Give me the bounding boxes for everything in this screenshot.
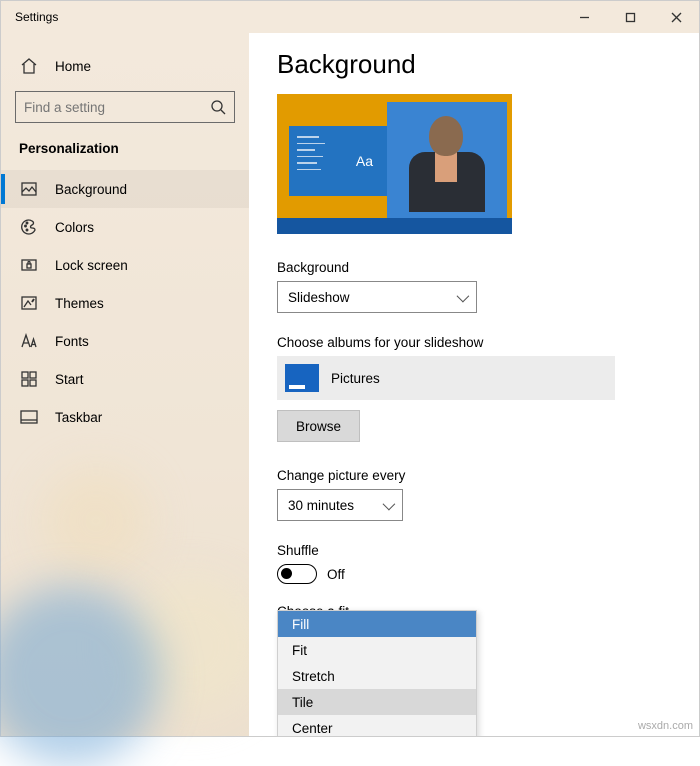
search-input-wrapper[interactable] xyxy=(15,91,235,123)
watermark: wsxdn.com xyxy=(638,720,693,732)
sidebar-category-label: Personalization xyxy=(1,131,249,170)
sidebar-item-colors[interactable]: Colors xyxy=(1,208,249,246)
chevron-down-icon xyxy=(383,498,392,513)
shuffle-state: Off xyxy=(327,567,345,582)
background-field-label: Background xyxy=(277,260,671,275)
taskbar-icon xyxy=(19,407,39,427)
lock-screen-icon xyxy=(19,255,39,275)
fit-option-fit[interactable]: Fit xyxy=(278,637,476,663)
background-preview: Aa xyxy=(277,94,512,234)
album-name: Pictures xyxy=(331,371,380,386)
page-title: Background xyxy=(277,49,671,80)
chevron-down-icon xyxy=(457,290,466,305)
search-input[interactable] xyxy=(24,100,210,115)
sidebar-item-themes[interactable]: Themes xyxy=(1,284,249,322)
sidebar-item-label: Start xyxy=(55,372,84,387)
home-icon xyxy=(19,56,39,76)
fit-option-center[interactable]: Center xyxy=(278,715,476,736)
fit-option-fill[interactable]: Fill xyxy=(278,611,476,637)
sidebar-home-label: Home xyxy=(55,59,91,74)
preview-sample-text: Aa xyxy=(356,153,373,169)
albums-label: Choose albums for your slideshow xyxy=(277,335,671,350)
fit-option-stretch[interactable]: Stretch xyxy=(278,663,476,689)
minimize-button[interactable] xyxy=(561,1,607,33)
sidebar-item-taskbar[interactable]: Taskbar xyxy=(1,398,249,436)
close-button[interactable] xyxy=(653,1,699,33)
main-content: Background Aa Background Slideshow Choos… xyxy=(249,33,699,736)
fit-dropdown[interactable]: Fill Fit Stretch Tile Center Span xyxy=(277,610,477,736)
sidebar-item-label: Themes xyxy=(55,296,104,311)
browse-button[interactable]: Browse xyxy=(277,410,360,442)
sidebar-item-lock-screen[interactable]: Lock screen xyxy=(1,246,249,284)
sidebar-item-start[interactable]: Start xyxy=(1,360,249,398)
maximize-button[interactable] xyxy=(607,1,653,33)
folder-icon xyxy=(285,364,319,392)
window-title: Settings xyxy=(1,10,58,24)
sidebar-item-label: Lock screen xyxy=(55,258,128,273)
shuffle-label: Shuffle xyxy=(277,543,671,558)
title-bar: Settings xyxy=(1,1,699,33)
start-icon xyxy=(19,369,39,389)
interval-combo[interactable]: 30 minutes xyxy=(277,489,403,521)
fit-option-tile[interactable]: Tile xyxy=(278,689,476,715)
sidebar-item-label: Taskbar xyxy=(55,410,102,425)
picture-icon xyxy=(19,179,39,199)
sidebar-home[interactable]: Home xyxy=(1,47,249,85)
sidebar-item-background[interactable]: Background xyxy=(1,170,249,208)
album-item[interactable]: Pictures xyxy=(277,356,615,400)
sidebar-item-label: Fonts xyxy=(55,334,89,349)
sidebar-item-fonts[interactable]: Fonts xyxy=(1,322,249,360)
fonts-icon xyxy=(19,331,39,351)
palette-icon xyxy=(19,217,39,237)
sidebar-item-label: Background xyxy=(55,182,127,197)
interval-combo-value: 30 minutes xyxy=(288,498,354,513)
themes-icon xyxy=(19,293,39,313)
window-controls xyxy=(561,1,699,33)
background-combo[interactable]: Slideshow xyxy=(277,281,477,313)
background-combo-value: Slideshow xyxy=(288,290,350,305)
search-icon xyxy=(210,99,226,115)
shuffle-toggle[interactable] xyxy=(277,564,317,584)
interval-label: Change picture every xyxy=(277,468,671,483)
sidebar-item-label: Colors xyxy=(55,220,94,235)
sidebar: Home Personalization Background Colors L… xyxy=(1,33,249,736)
